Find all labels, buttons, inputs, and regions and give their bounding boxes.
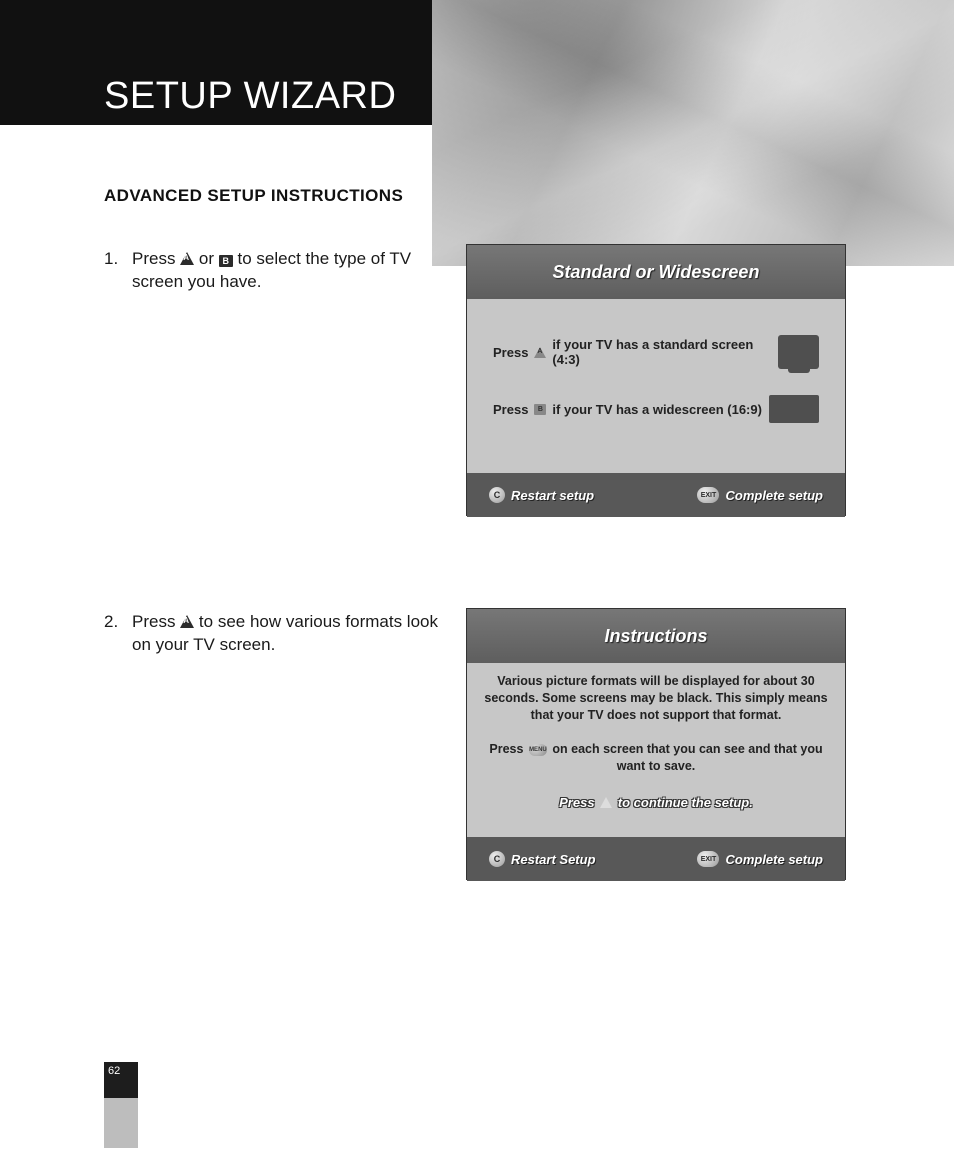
footer-label: Restart Setup	[511, 852, 596, 867]
a-button-icon	[180, 252, 194, 265]
tv-dialog-header: Instructions	[467, 609, 845, 663]
page-number: 62	[108, 1065, 120, 1077]
tv-dialog-body: Various picture formats will be displaye…	[467, 663, 845, 837]
instructions-paragraph-2: Press MENU on each screen that you can s…	[481, 741, 831, 775]
c-button-icon: C	[489, 487, 505, 503]
footer-complete-setup: EXIT Complete setup	[697, 487, 823, 503]
option-standard-43: Press if your TV has a standard screen (…	[493, 335, 819, 369]
tv-dialog-footer: C Restart setup EXIT Complete setup	[467, 473, 845, 517]
page-number-box: 62	[104, 1062, 138, 1098]
a-button-icon	[534, 347, 546, 358]
instructions-paragraph-1: Various picture formats will be displaye…	[481, 673, 831, 724]
option-widescreen-169: Press B if your TV has a widescreen (16:…	[493, 395, 819, 423]
section-heading: ADVANCED SETUP INSTRUCTIONS	[104, 186, 403, 206]
step-number: 1.	[104, 248, 122, 294]
step-number: 2.	[104, 611, 122, 657]
b-button-icon: B	[534, 404, 546, 415]
tv-dialog-title: Standard or Widescreen	[553, 262, 760, 283]
tv-dialog-footer: C Restart Setup EXIT Complete setup	[467, 837, 845, 881]
step-text: Press to see how various formats look on…	[132, 611, 444, 657]
footer-complete-setup: EXIT Complete setup	[697, 851, 823, 867]
text-fragment: Press	[559, 795, 598, 810]
footer-restart-setup: C Restart Setup	[489, 851, 596, 867]
text-fragment: if your TV has a standard screen (4:3)	[552, 337, 778, 367]
text-fragment: on each screen that you can see and that…	[552, 742, 822, 773]
c-button-icon: C	[489, 851, 505, 867]
instruction-step-2: 2. Press to see how various formats look…	[104, 611, 444, 657]
tv-screenshot-standard-widescreen: Standard or Widescreen Press if your TV …	[466, 244, 846, 516]
text-fragment: Press	[489, 742, 527, 756]
text-fragment: to continue the setup.	[618, 795, 753, 810]
b-button-icon: B	[219, 255, 233, 267]
instruction-step-1: 1. Press or B to select the type of TV s…	[104, 248, 444, 294]
text-fragment: Press	[493, 402, 528, 417]
tv-screenshot-instructions: Instructions Various picture formats wil…	[466, 608, 846, 880]
exit-button-icon: EXIT	[697, 851, 719, 867]
menu-button-icon: MENU	[529, 744, 547, 756]
text-fragment: Press	[132, 612, 180, 631]
option-text: Press B if your TV has a widescreen (16:…	[493, 402, 762, 417]
tv-dialog-title: Instructions	[604, 626, 707, 647]
tv-dialog-header: Standard or Widescreen	[467, 245, 845, 299]
widescreen-tv-icon	[769, 395, 819, 423]
text-fragment: Press	[493, 345, 528, 360]
standard-tv-icon	[778, 335, 819, 369]
footer-label: Complete setup	[725, 852, 823, 867]
step-text: Press or B to select the type of TV scre…	[132, 248, 444, 294]
page-number-tab	[104, 1098, 138, 1148]
footer-restart-setup: C Restart setup	[489, 487, 594, 503]
option-text: Press if your TV has a standard screen (…	[493, 337, 778, 367]
text-fragment: if your TV has a widescreen (16:9)	[552, 402, 762, 417]
page-title: SETUP WIZARD	[104, 75, 396, 118]
footer-label: Complete setup	[725, 488, 823, 503]
a-button-icon	[180, 615, 194, 628]
footer-label: Restart setup	[511, 488, 594, 503]
decorative-background	[432, 0, 954, 266]
text-fragment: Press	[132, 249, 180, 268]
a-button-icon	[600, 797, 612, 808]
manual-page: SETUP WIZARD ADVANCED SETUP INSTRUCTIONS…	[0, 0, 954, 1170]
text-fragment: or	[199, 249, 219, 268]
instructions-continue-prompt: Press to continue the setup.	[481, 795, 831, 810]
tv-dialog-body: Press if your TV has a standard screen (…	[467, 299, 845, 473]
exit-button-icon: EXIT	[697, 487, 719, 503]
